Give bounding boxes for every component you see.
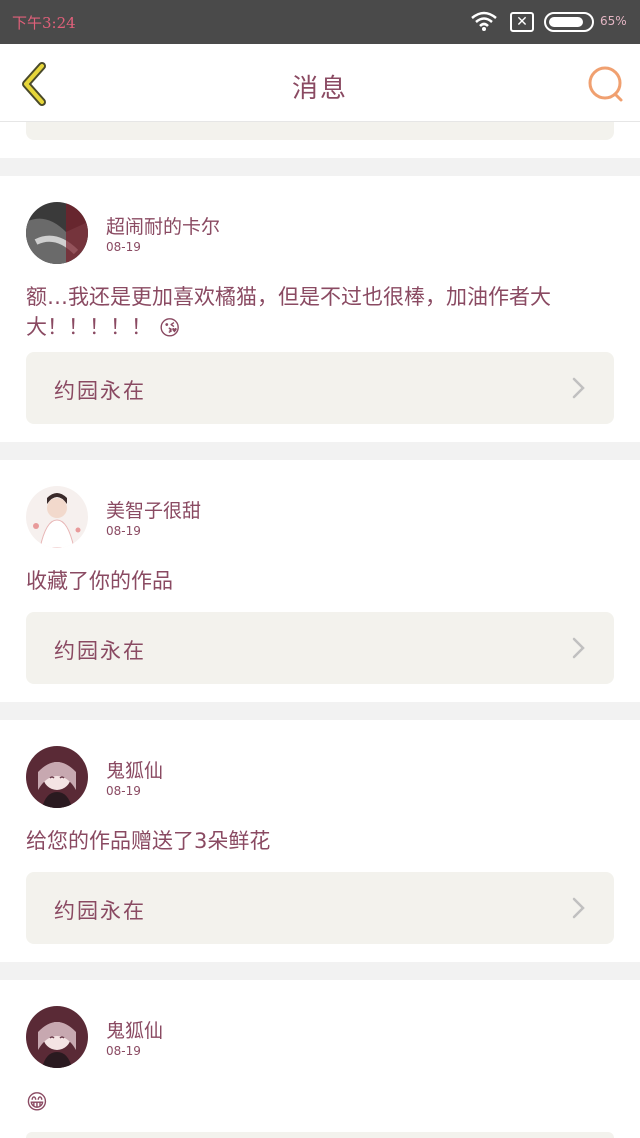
username[interactable]: 鬼狐仙 [106, 1016, 163, 1043]
work-link[interactable] [26, 1132, 614, 1138]
message-date: 08-19 [106, 524, 141, 538]
message-text: 收藏了你的作品 [26, 569, 173, 593]
previous-work-box[interactable] [26, 122, 614, 140]
chevron-right-icon [572, 377, 585, 399]
work-link[interactable]: 约园永在 [26, 352, 614, 424]
work-title: 约园永在 [54, 899, 146, 923]
message-date: 08-19 [106, 1044, 141, 1058]
search-icon[interactable] [586, 64, 626, 104]
work-link[interactable]: 约园永在 [26, 612, 614, 684]
chevron-right-icon [572, 897, 585, 919]
message-text: 给您的作品赠送了3朵鲜花 [26, 829, 271, 853]
avatar[interactable] [26, 746, 88, 808]
message-date: 08-19 [106, 240, 141, 254]
message-date: 08-19 [106, 784, 141, 798]
avatar[interactable] [26, 202, 88, 264]
message-card: 鬼狐仙 08-19 😁 [0, 980, 640, 1138]
work-link[interactable]: 约园永在 [26, 872, 614, 944]
message-card: 鬼狐仙 08-19 给您的作品赠送了3朵鲜花 约园永在 [0, 720, 640, 962]
battery-percent: 65% [600, 14, 627, 28]
chevron-right-icon [572, 637, 585, 659]
message-card: 美智子很甜 08-19 收藏了你的作品 约园永在 [0, 460, 640, 702]
message-text: 😁 [26, 1086, 616, 1117]
work-title: 约园永在 [54, 379, 146, 403]
status-bar: 下午3:24 ✕ 65% [0, 0, 640, 44]
username[interactable]: 超闹耐的卡尔 [106, 212, 220, 239]
message-text: 额…我还是更加喜欢橘猫，但是不过也很棒，加油作者大大！！！！！ 😘 [26, 282, 616, 343]
no-sim-icon: ✕ [510, 12, 534, 32]
kiss-emoji-icon: 😘 [158, 316, 181, 340]
message-card: 超闹耐的卡尔 08-19 额…我还是更加喜欢橘猫，但是不过也很棒，加油作者大大！… [0, 176, 640, 442]
work-title: 约园永在 [54, 639, 146, 663]
page-title: 消息 [291, 74, 348, 104]
grin-emoji-icon: 😁 [26, 1090, 48, 1114]
avatar[interactable] [26, 1006, 88, 1068]
avatar[interactable] [26, 486, 88, 548]
status-time: 下午3:24 [12, 14, 76, 32]
username[interactable]: 鬼狐仙 [106, 756, 163, 783]
wifi-icon [471, 11, 497, 31]
battery-icon [544, 12, 594, 32]
username[interactable]: 美智子很甜 [106, 496, 201, 523]
previous-card-fragment [0, 122, 640, 158]
nav-bar: 消息 [0, 44, 640, 122]
